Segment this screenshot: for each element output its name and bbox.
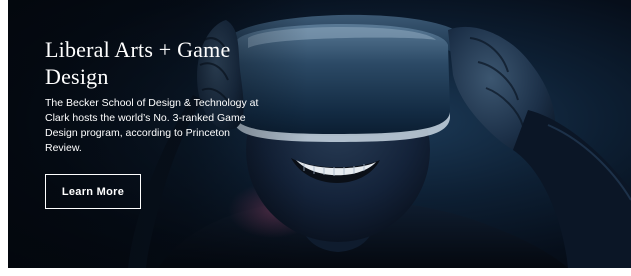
page-margin-left [0,0,8,276]
learn-more-button[interactable]: Learn More [45,174,141,209]
hero-title: Liberal Arts + Game Design [45,37,231,89]
page-margin-bottom [0,268,631,276]
hero-banner: Liberal Arts + Game Design The Becker Sc… [8,0,631,268]
hero-description: The Becker School of Design & Technology… [45,97,259,154]
